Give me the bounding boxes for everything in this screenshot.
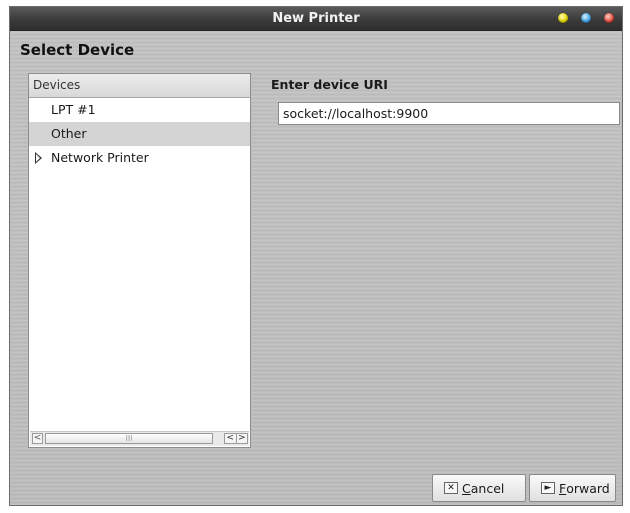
page-title: Select Device — [20, 41, 135, 59]
device-item-lpt1[interactable]: LPT #1 — [29, 98, 250, 122]
device-item-label: Other — [51, 126, 87, 141]
scroll-step-right-icon[interactable]: > — [235, 434, 248, 443]
device-uri-label: Enter device URI — [271, 77, 388, 92]
cancel-mnemonic: C — [462, 480, 471, 496]
window-title: New Printer — [272, 11, 360, 26]
forward-label: orward — [566, 480, 610, 496]
scrollbar-thumb[interactable]: III — [45, 433, 213, 444]
device-item-label: LPT #1 — [51, 102, 96, 117]
devices-list: Devices LPT #1 Other Network Printer < I… — [28, 73, 251, 448]
cancel-x-icon: ✕ — [444, 482, 458, 494]
horizontal-scrollbar[interactable]: < III < > — [30, 431, 249, 446]
devices-column-header[interactable]: Devices — [29, 74, 250, 98]
device-item-network-printer[interactable]: Network Printer — [29, 146, 250, 170]
device-item-label: Network Printer — [51, 150, 149, 165]
maximize-button[interactable] — [581, 13, 591, 23]
expand-arrow-icon[interactable] — [35, 152, 42, 164]
new-printer-window: New Printer Select Device Devices LPT #1… — [9, 6, 623, 506]
forward-arrow-icon: ► — [541, 482, 555, 494]
device-uri-input[interactable] — [278, 102, 620, 125]
scroll-left-arrow-icon[interactable]: < — [32, 433, 43, 444]
forward-button[interactable]: ► Forward — [529, 474, 616, 502]
cancel-label: ancel — [470, 480, 505, 496]
close-button[interactable] — [604, 13, 614, 23]
title-bar[interactable]: New Printer — [10, 7, 622, 31]
cancel-button[interactable]: ✕ Cancel — [432, 474, 526, 502]
device-item-other[interactable]: Other — [29, 122, 250, 146]
scroll-step-left-icon[interactable]: < — [225, 434, 236, 443]
forward-mnemonic: F — [559, 480, 567, 496]
scroll-step-buttons: < > — [224, 433, 248, 444]
minimize-button[interactable] — [558, 13, 568, 23]
